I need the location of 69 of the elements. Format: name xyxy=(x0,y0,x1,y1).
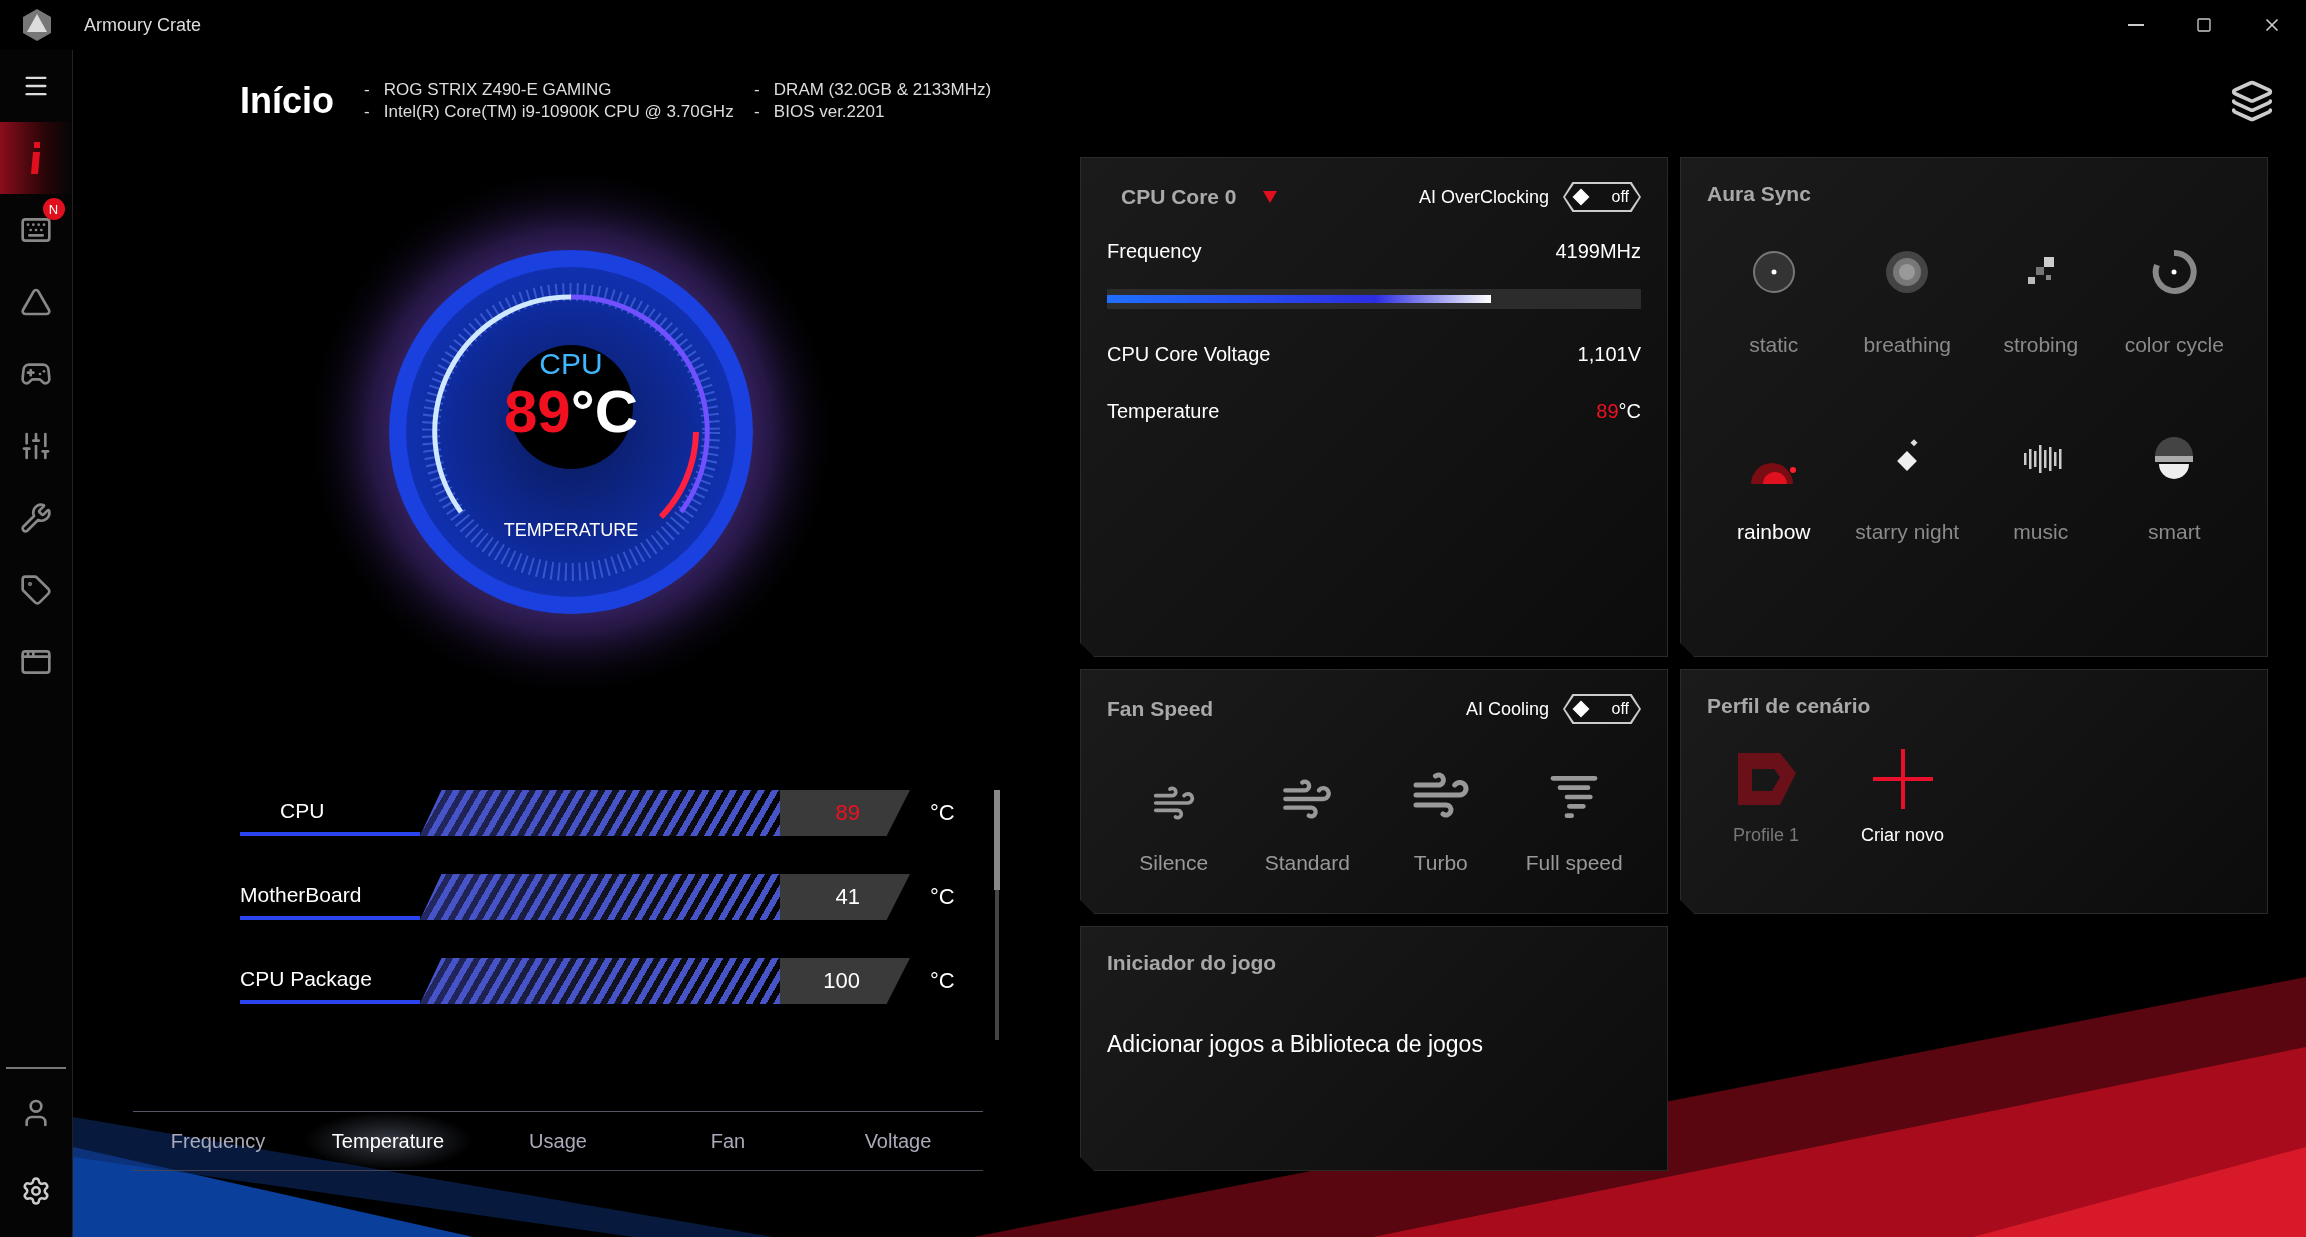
fan-mode-button[interactable]: Turbo xyxy=(1374,764,1508,876)
layers-icon xyxy=(2230,79,2274,123)
gauge-label: CPU xyxy=(539,347,603,380)
effect-button[interactable]: color cycle xyxy=(2107,246,2241,358)
chart-tab[interactable]: Frequency xyxy=(133,1112,303,1170)
unit-label: °C xyxy=(930,968,955,994)
sliders-icon xyxy=(20,430,52,462)
chart-tab[interactable]: Fan xyxy=(643,1112,813,1170)
sidebar-keyboard-button[interactable]: N xyxy=(0,194,73,266)
toggle-label: AI Cooling xyxy=(1465,698,1549,720)
create-profile-button[interactable]: Criar novo xyxy=(1855,748,1951,847)
window-title: Armoury Crate xyxy=(84,14,202,36)
scrollbar[interactable] xyxy=(994,790,999,1040)
effect-button[interactable]: smart xyxy=(2107,433,2241,545)
effect-button[interactable]: starry night xyxy=(1840,433,1974,545)
gauge-reading: 89°C xyxy=(503,378,639,445)
chart-tab[interactable]: Voltage xyxy=(813,1112,983,1170)
chart-tab[interactable]: Usage xyxy=(473,1112,643,1170)
rainbow-icon xyxy=(1751,463,1797,484)
app-logo-icon xyxy=(20,8,54,42)
caret-icon xyxy=(1262,191,1277,203)
spec-text: - BIOS ver.2201 xyxy=(754,102,886,122)
effect-button[interactable]: rainbow xyxy=(1707,433,1841,545)
effect-button[interactable]: music xyxy=(1974,433,2108,545)
wrench-icon xyxy=(20,502,52,534)
tag-icon xyxy=(20,574,52,606)
panel-title: Fan Speed xyxy=(1107,697,1214,721)
minimize-icon xyxy=(2128,24,2144,26)
panel-title: Aura Sync xyxy=(1707,182,1812,206)
sidebar-info-button[interactable] xyxy=(0,122,73,194)
gauge-caption: TEMPERATURE xyxy=(503,520,639,540)
plus-icon xyxy=(1872,749,1933,809)
toggle-switch[interactable]: off xyxy=(1563,182,1641,212)
sensor-name: CPU Package xyxy=(240,958,420,1004)
fan-mode-button[interactable]: Full speed xyxy=(1507,768,1641,876)
panel-title: Iniciador do jogo xyxy=(1107,951,1278,975)
effect-button[interactable]: strobing xyxy=(1974,246,2108,358)
spec-text: - Intel(R) Core(TM) i9-10900K CPU @ 3.70GHz xyxy=(364,102,735,122)
sensor-name: MotherBoard xyxy=(240,874,420,920)
metric-value: 1,101V xyxy=(1577,343,1641,366)
effect-button[interactable]: breathing xyxy=(1840,246,1974,358)
sensor-name: CPU xyxy=(240,790,420,836)
unit-label: °C xyxy=(930,884,955,910)
notification-badge: N xyxy=(42,198,65,220)
sensor-value: 100 xyxy=(780,958,910,1004)
info-icon xyxy=(29,142,43,174)
fan-mode-button[interactable]: Standard xyxy=(1240,772,1374,876)
fan-mode-button[interactable]: Silence xyxy=(1107,780,1241,876)
sensor-value: 89 xyxy=(780,790,910,836)
profile-button[interactable]: Profile 1 xyxy=(1727,748,1806,847)
spec-text: - DRAM (32.0GB & 2133MHz) xyxy=(754,80,993,100)
spec-text: - ROG STRIX Z490-E GAMING xyxy=(364,80,613,100)
metric-value: 89°C xyxy=(1596,400,1641,423)
effect-button[interactable]: static xyxy=(1707,246,1841,358)
metric-label: Temperature xyxy=(1107,400,1220,423)
toggle-switch[interactable]: off xyxy=(1563,694,1641,724)
unit-label: °C xyxy=(930,800,955,826)
triangle-icon xyxy=(20,286,52,318)
page-title: Início xyxy=(240,80,334,122)
metric-label: CPU Core Voltage xyxy=(1107,343,1271,366)
metric-value: 4199MHz xyxy=(1555,240,1641,263)
toggle-label: AI OverClocking xyxy=(1418,186,1549,208)
sensor-value: 41 xyxy=(780,874,910,920)
settings-icon xyxy=(21,1176,51,1206)
panel-title: Perfil de cenário xyxy=(1707,694,1872,718)
core-selector[interactable]: CPU Core 0 xyxy=(1107,185,1277,209)
launcher-text: Adicionar jogos a Biblioteca de jogos xyxy=(1107,1031,1484,1058)
metric-label: Frequency xyxy=(1107,240,1202,263)
maximize-icon xyxy=(2196,17,2212,33)
